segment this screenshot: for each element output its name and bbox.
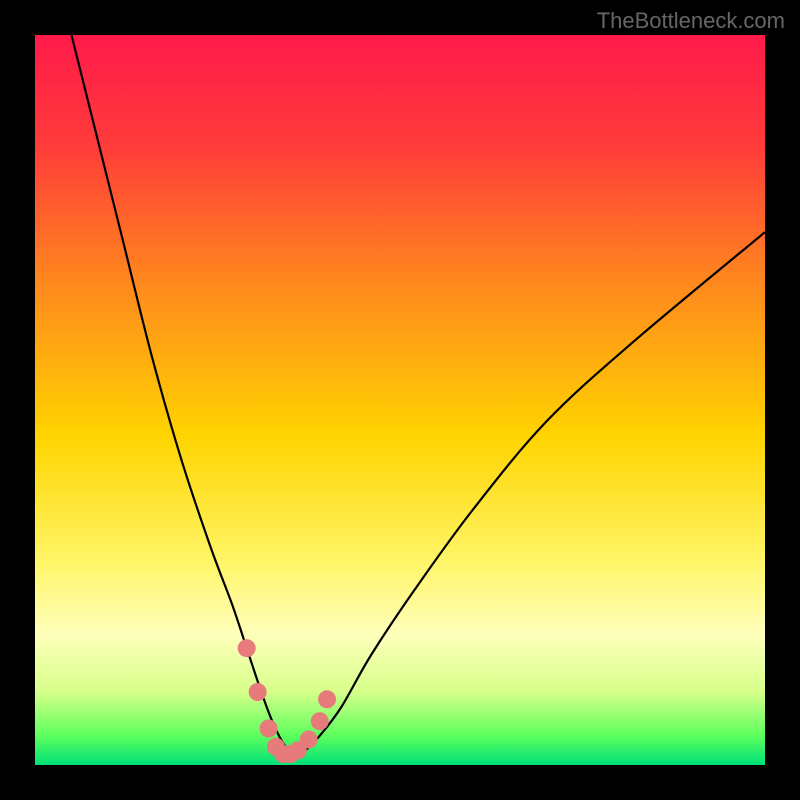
highlight-dot — [311, 712, 329, 730]
bottleneck-curve — [72, 35, 766, 754]
highlight-dot — [318, 690, 336, 708]
plot-area — [35, 35, 765, 765]
highlight-dot — [300, 730, 318, 748]
min-region-highlight — [238, 639, 336, 763]
highlight-dot — [238, 639, 256, 657]
highlight-dot — [249, 683, 267, 701]
watermark-text: TheBottleneck.com — [597, 8, 785, 34]
chart-container: TheBottleneck.com — [0, 0, 800, 800]
highlight-dot — [260, 720, 278, 738]
curve-layer — [35, 35, 765, 765]
